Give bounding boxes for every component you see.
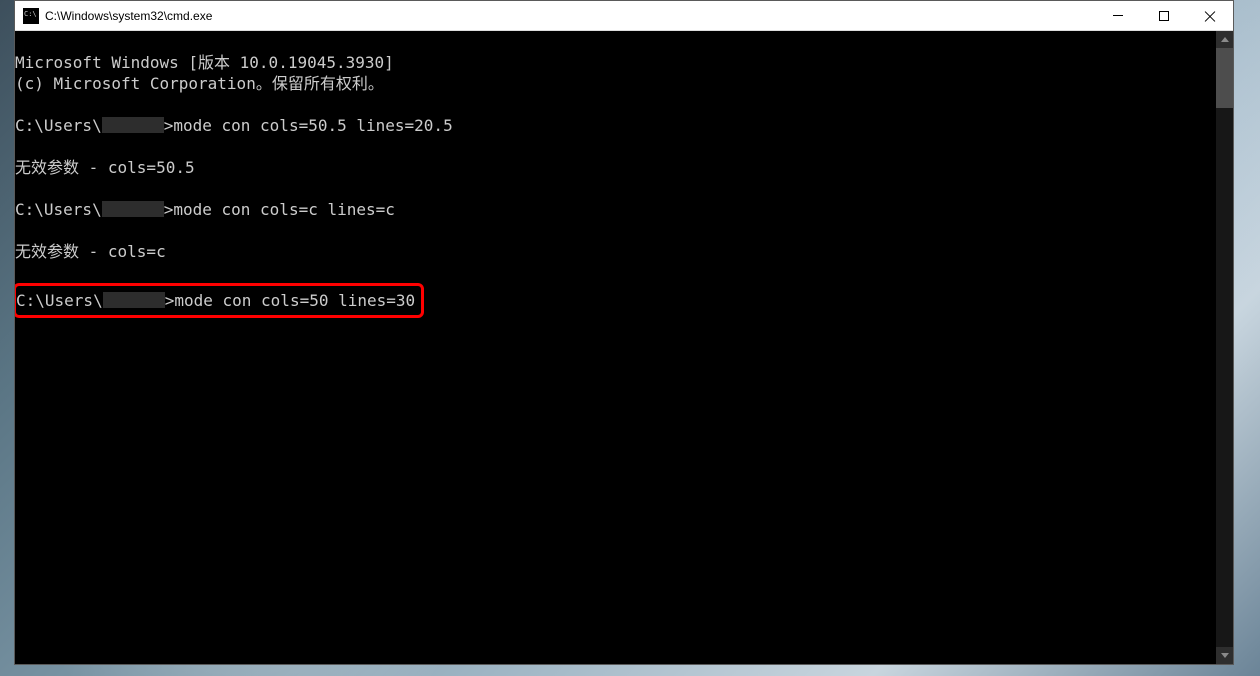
close-button[interactable] [1187, 1, 1233, 31]
minimize-button[interactable] [1095, 1, 1141, 31]
window-title: C:\Windows\system32\cmd.exe [45, 9, 212, 23]
maximize-icon [1159, 11, 1169, 21]
redacted-username [102, 201, 164, 217]
titlebar[interactable]: C:\Windows\system32\cmd.exe [15, 1, 1233, 31]
prompt-prefix: C:\Users\ [16, 290, 103, 311]
redacted-username [102, 117, 164, 133]
terminal-output[interactable]: Microsoft Windows [版本 10.0.19045.3930] (… [15, 31, 1216, 664]
vertical-scrollbar[interactable] [1216, 31, 1233, 664]
prompt-suffix: > [164, 199, 174, 220]
redacted-username [103, 292, 165, 308]
prompt-prefix: C:\Users\ [15, 199, 102, 220]
highlighted-command: C:\Users\ >mode con cols=50 lines=30 [15, 283, 424, 318]
scroll-up-button[interactable] [1216, 31, 1233, 48]
terminal-line: (c) Microsoft Corporation。保留所有权利。 [15, 74, 384, 93]
command-text: mode con cols=50 lines=30 [174, 290, 415, 311]
prompt-suffix: > [165, 290, 175, 311]
minimize-icon [1113, 15, 1123, 16]
chevron-down-icon [1221, 653, 1229, 658]
terminal-prompt-line: C:\Users\ >mode con cols=50.5 lines=20.5 [15, 115, 1216, 136]
terminal-prompt-line: C:\Users\ >mode con cols=c lines=c [15, 199, 1216, 220]
cmd-window: C:\Windows\system32\cmd.exe Microsoft Wi… [14, 0, 1234, 665]
scroll-thumb[interactable] [1216, 48, 1233, 108]
terminal-error: 无效参数 - cols=50.5 [15, 158, 195, 177]
prompt-suffix: > [164, 115, 174, 136]
close-icon [1204, 10, 1216, 22]
terminal-line: Microsoft Windows [版本 10.0.19045.3930] [15, 53, 394, 72]
maximize-button[interactable] [1141, 1, 1187, 31]
scroll-track[interactable] [1216, 48, 1233, 647]
chevron-up-icon [1221, 37, 1229, 42]
cmd-app-icon [23, 8, 39, 24]
content-area: Microsoft Windows [版本 10.0.19045.3930] (… [15, 31, 1233, 664]
terminal-prompt-line: C:\Users\ >mode con cols=50 lines=30 [16, 290, 415, 311]
terminal-error: 无效参数 - cols=c [15, 242, 166, 261]
scroll-down-button[interactable] [1216, 647, 1233, 664]
prompt-prefix: C:\Users\ [15, 115, 102, 136]
command-text: mode con cols=50.5 lines=20.5 [173, 115, 452, 136]
command-text: mode con cols=c lines=c [173, 199, 395, 220]
